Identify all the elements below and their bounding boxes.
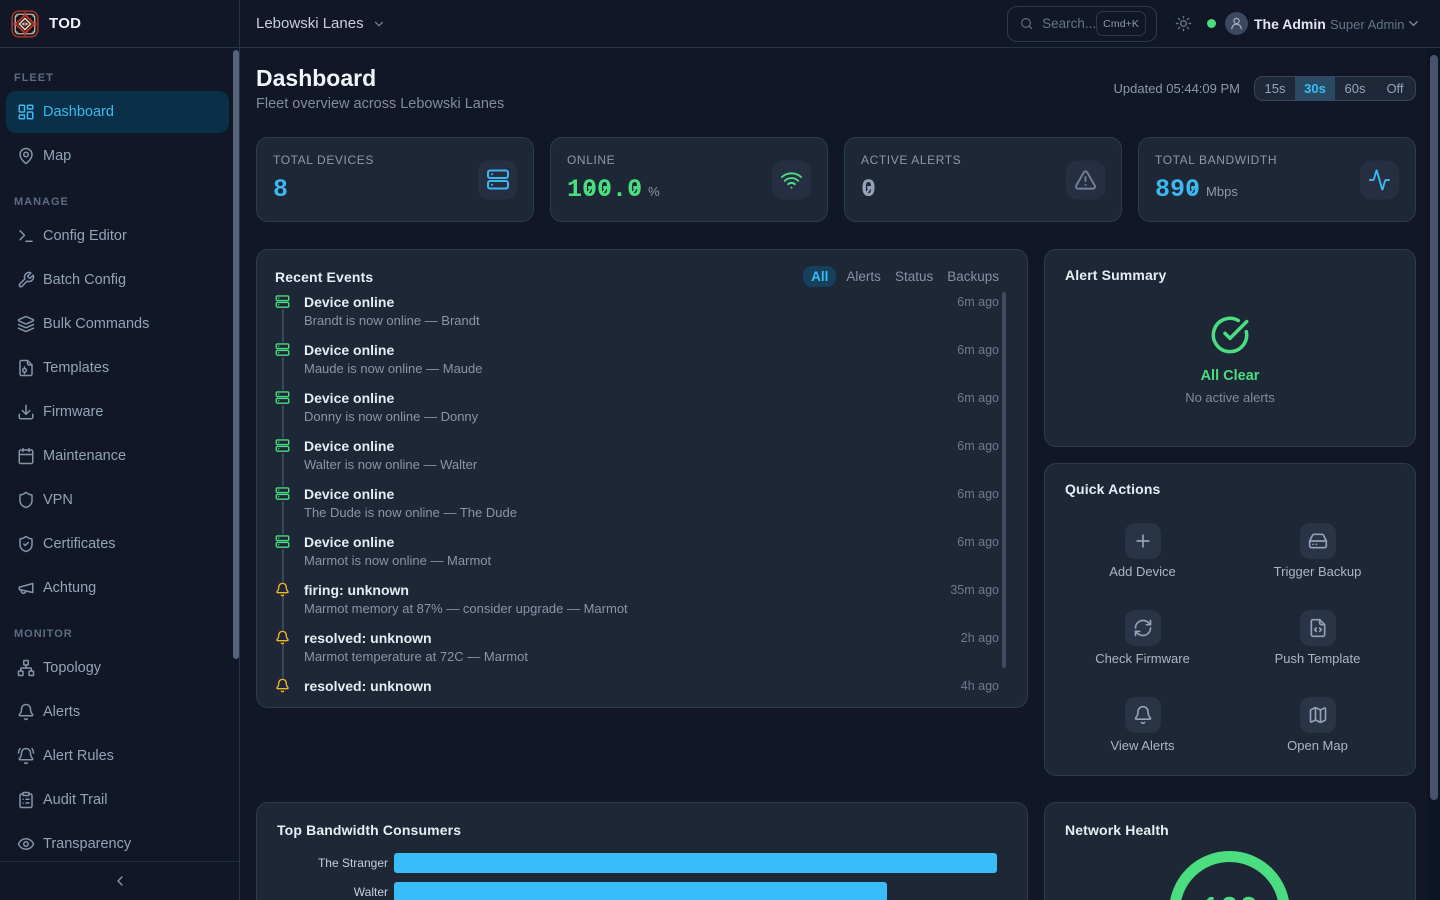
svg-text:100: 100 (1201, 892, 1259, 900)
